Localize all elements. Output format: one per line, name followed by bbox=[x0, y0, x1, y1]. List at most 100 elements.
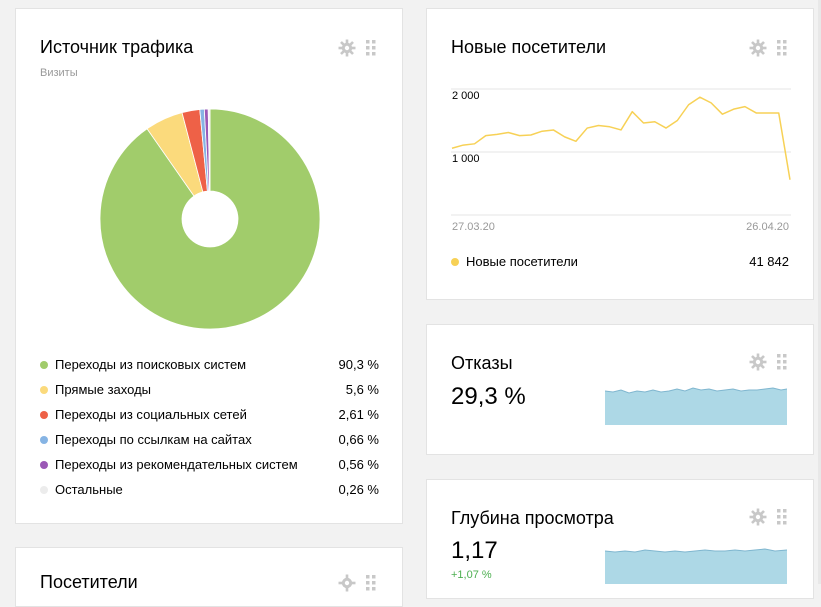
y-tick-label: 2 000 bbox=[452, 90, 480, 102]
legend-item[interactable]: Переходы из социальных сетей 2,61 % bbox=[40, 402, 379, 427]
legend-label: Переходы по ссылкам на сайтах bbox=[55, 432, 252, 447]
gear-icon[interactable] bbox=[749, 39, 767, 57]
legend-label: Прямые заходы bbox=[55, 382, 152, 397]
metric-value: 1,17 bbox=[451, 537, 498, 564]
series-total: 41 842 bbox=[749, 254, 789, 269]
series-dot bbox=[451, 257, 459, 266]
series-legend-row: Новые посетители 41 842 bbox=[451, 254, 789, 269]
legend-dot bbox=[40, 485, 48, 494]
legend-value: 0,56 % bbox=[338, 457, 379, 472]
data-point[interactable] bbox=[550, 127, 556, 133]
drag-handle-icon[interactable] bbox=[777, 354, 787, 370]
data-point[interactable] bbox=[595, 123, 601, 129]
gear-icon[interactable] bbox=[338, 574, 356, 592]
drag-handle-icon[interactable] bbox=[366, 40, 376, 56]
card-tools bbox=[749, 353, 787, 371]
legend-item[interactable]: Переходы по ссылкам на сайтах 0,66 % bbox=[40, 427, 379, 452]
legend-dot bbox=[40, 360, 48, 369]
y-tick-label: 1 000 bbox=[452, 153, 480, 165]
data-point[interactable] bbox=[663, 125, 669, 131]
metric-delta: +1,07 % bbox=[451, 569, 492, 581]
legend-dot bbox=[40, 385, 48, 394]
data-point[interactable] bbox=[505, 129, 511, 135]
data-point[interactable] bbox=[753, 110, 759, 116]
data-point[interactable] bbox=[697, 94, 703, 100]
data-point[interactable] bbox=[776, 110, 782, 116]
card-tools bbox=[749, 508, 787, 526]
legend-item[interactable]: Прямые заходы 5,6 % bbox=[40, 377, 379, 402]
legend-item[interactable]: Переходы из поисковых систем 90,3 % bbox=[40, 352, 379, 377]
visitors-card: Посетители bbox=[15, 547, 403, 607]
data-point[interactable] bbox=[573, 138, 579, 144]
card-title: Глубина просмотра bbox=[451, 508, 614, 528]
data-point[interactable] bbox=[460, 142, 466, 148]
drag-handle-icon[interactable] bbox=[777, 509, 787, 525]
gear-icon[interactable] bbox=[749, 353, 767, 371]
card-title: Посетители bbox=[40, 572, 138, 592]
data-point[interactable] bbox=[719, 111, 725, 117]
sparkline-area bbox=[605, 388, 787, 425]
legend-value: 90,3 % bbox=[338, 357, 379, 372]
series-line[interactable] bbox=[451, 96, 791, 180]
data-point[interactable] bbox=[472, 141, 478, 147]
data-point[interactable] bbox=[629, 109, 635, 115]
metric-value: 29,3 % bbox=[451, 383, 526, 410]
data-point[interactable] bbox=[483, 133, 489, 139]
legend-item[interactable]: Остальные 0,26 % bbox=[40, 477, 379, 502]
card-tools bbox=[338, 574, 376, 592]
data-point[interactable] bbox=[674, 118, 680, 124]
pie-legend: Переходы из поисковых систем 90,3 % Прямые… bbox=[40, 352, 379, 502]
data-point[interactable] bbox=[451, 145, 455, 151]
traffic-source-card: Источник трафика Визиты Переходы из поис… bbox=[15, 8, 403, 524]
sparkline bbox=[605, 548, 787, 584]
legend-dot bbox=[40, 410, 48, 419]
data-point[interactable] bbox=[787, 177, 791, 183]
legend-dot bbox=[40, 435, 48, 444]
card-title: Источник трафика bbox=[40, 37, 194, 57]
data-point[interactable] bbox=[584, 125, 590, 131]
sparkline bbox=[605, 387, 787, 425]
card-title: Новые посетители bbox=[451, 37, 607, 57]
legend-value: 5,6 % bbox=[345, 382, 379, 397]
legend-label: Переходы из поисковых систем bbox=[55, 357, 247, 372]
page-depth-card: Глубина просмотра 1,17 +1,07 % bbox=[426, 479, 814, 599]
legend-item[interactable]: Переходы из рекомендательных систем 0,56 … bbox=[40, 452, 379, 477]
new-visitors-card: Новые посетители 2 000 1 000 27.03.20 26… bbox=[426, 8, 814, 300]
legend-value: 2,61 % bbox=[338, 407, 379, 422]
legend-value: 0,66 % bbox=[338, 432, 379, 447]
sparkline-area bbox=[605, 549, 787, 584]
data-point[interactable] bbox=[708, 100, 714, 106]
card-title: Отказы bbox=[451, 353, 513, 373]
data-point[interactable] bbox=[686, 102, 692, 108]
card-tools bbox=[749, 39, 787, 57]
data-point[interactable] bbox=[494, 131, 500, 137]
pie-chart bbox=[99, 108, 321, 330]
bounces-card: Отказы 29,3 % bbox=[426, 324, 814, 455]
data-point[interactable] bbox=[517, 133, 523, 139]
gear-icon[interactable] bbox=[749, 508, 767, 526]
data-point[interactable] bbox=[618, 127, 624, 133]
data-point[interactable] bbox=[742, 104, 748, 110]
legend-label: Остальные bbox=[55, 482, 123, 497]
legend-label: Переходы из рекомендательных систем bbox=[55, 457, 298, 472]
gear-icon[interactable] bbox=[338, 39, 356, 57]
data-point[interactable] bbox=[607, 124, 613, 130]
data-point[interactable] bbox=[764, 110, 770, 116]
data-point[interactable] bbox=[731, 106, 737, 112]
data-point[interactable] bbox=[539, 128, 545, 134]
x-start-date: 27.03.20 bbox=[452, 221, 495, 233]
data-point[interactable] bbox=[562, 134, 568, 140]
series-name: Новые посетители bbox=[466, 254, 578, 269]
legend-dot bbox=[40, 460, 48, 469]
legend-value: 0,26 % bbox=[338, 482, 379, 497]
legend-label: Переходы из социальных сетей bbox=[55, 407, 247, 422]
data-point[interactable] bbox=[528, 132, 534, 138]
drag-handle-icon[interactable] bbox=[777, 40, 787, 56]
line-chart bbox=[451, 88, 791, 216]
drag-handle-icon[interactable] bbox=[366, 575, 376, 591]
card-tools bbox=[338, 39, 376, 57]
data-point[interactable] bbox=[652, 119, 658, 125]
data-point[interactable] bbox=[641, 120, 647, 126]
card-subtitle: Визиты bbox=[40, 67, 78, 79]
x-end-date: 26.04.20 bbox=[746, 221, 789, 233]
